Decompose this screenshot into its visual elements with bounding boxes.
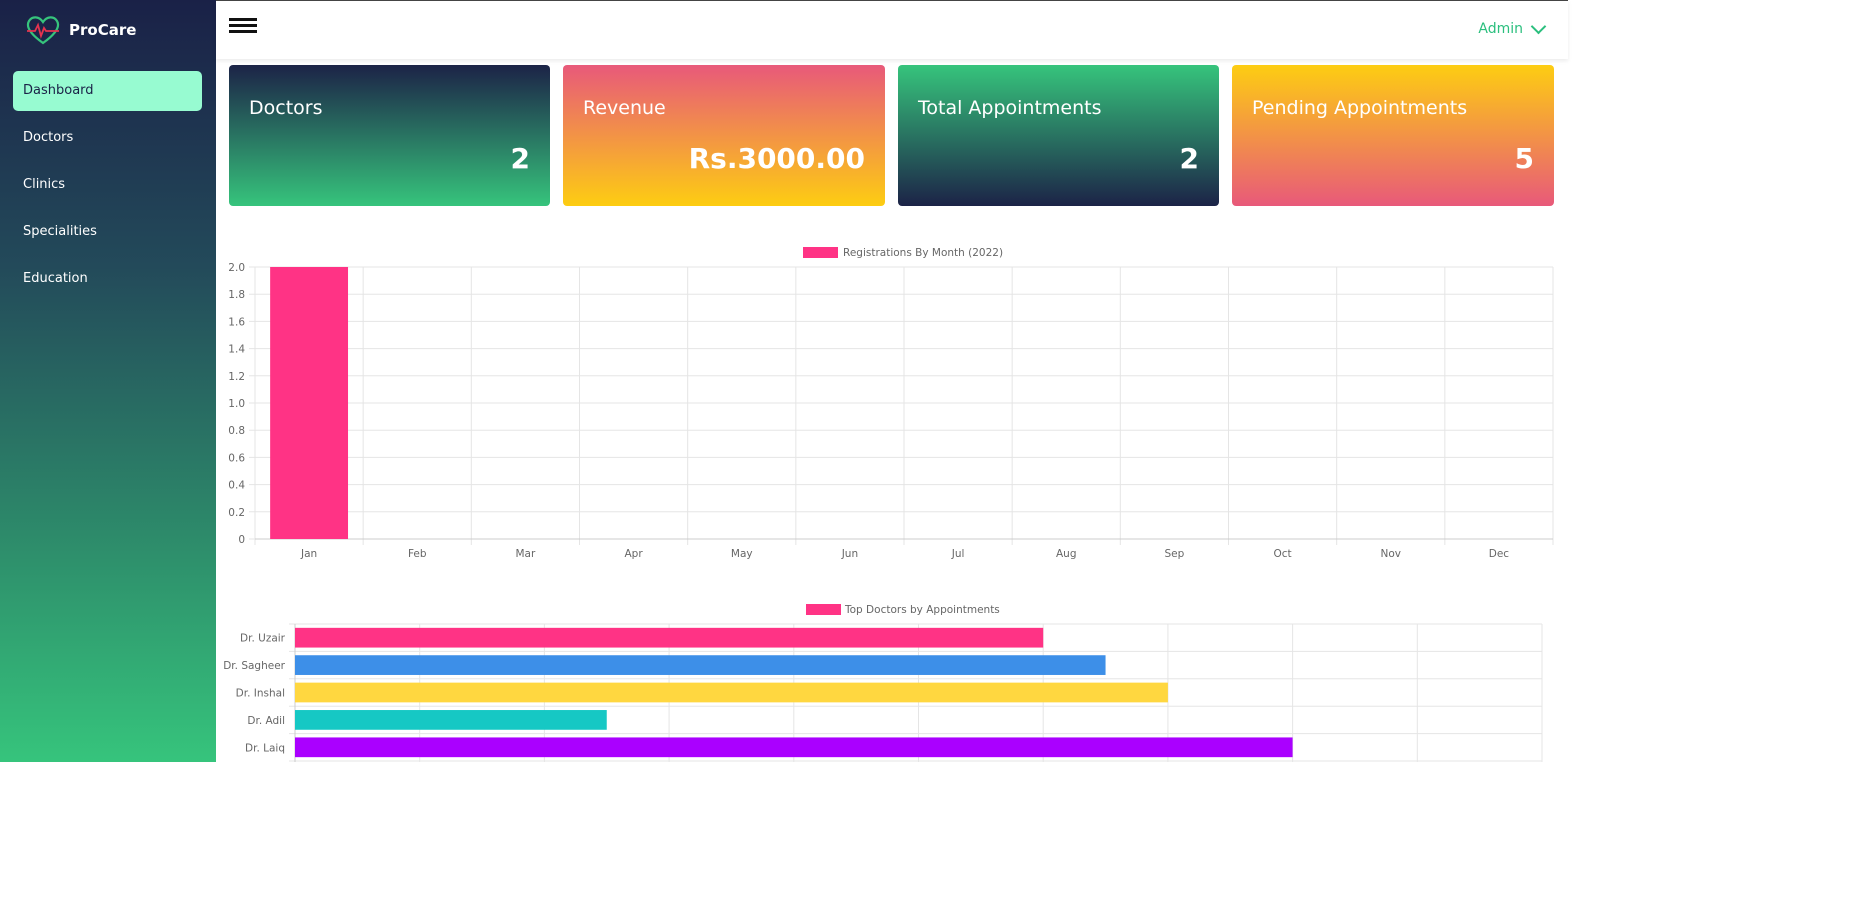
x-tick-label: Jan bbox=[300, 548, 317, 560]
bar bbox=[295, 682, 1168, 703]
legend-label: Top Doctors by Appointments bbox=[844, 604, 1000, 616]
y-tick-label: Dr. Inshal bbox=[236, 688, 285, 700]
bar bbox=[295, 627, 1044, 648]
y-tick-label: 1.0 bbox=[228, 398, 245, 410]
x-tick-label: Jul bbox=[951, 548, 965, 560]
legend-swatch bbox=[806, 604, 841, 615]
y-tick-label: Dr. Adil bbox=[247, 715, 285, 727]
x-tick-label: Sep bbox=[1165, 548, 1185, 560]
x-tick-label: Nov bbox=[1381, 548, 1402, 560]
bar bbox=[295, 710, 607, 730]
y-tick-label: 1.4 bbox=[228, 344, 245, 356]
y-tick-label: 0.6 bbox=[228, 452, 245, 464]
bar bbox=[270, 267, 349, 539]
x-tick-label: Dec bbox=[1489, 548, 1510, 560]
y-tick-label: Dr. Uzair bbox=[240, 633, 286, 645]
y-tick-label: 1.2 bbox=[228, 371, 245, 383]
y-tick-label: 0 bbox=[238, 534, 245, 546]
x-tick-label: Feb bbox=[408, 548, 427, 560]
x-tick-label: Oct bbox=[1274, 548, 1292, 560]
legend-label: Registrations By Month (2022) bbox=[843, 247, 1003, 259]
bar bbox=[295, 655, 1106, 675]
dashboard-charts: Registrations By Month (2022) 0 0.2 0.4 0.6 0… bbox=[223, 247, 1554, 762]
y-tick-label: Dr. Laiq bbox=[245, 742, 285, 754]
y-tick-label: 0.2 bbox=[228, 507, 245, 519]
y-tick-label: 1.8 bbox=[228, 289, 245, 301]
y-tick-label: Dr. Sagheer bbox=[223, 660, 285, 672]
x-tick-label: Mar bbox=[516, 548, 536, 560]
x-tick-label: Apr bbox=[624, 548, 643, 560]
y-tick-label: 0.4 bbox=[228, 480, 245, 492]
legend-swatch bbox=[803, 247, 838, 258]
y-tick-label: 0.8 bbox=[228, 425, 245, 437]
x-tick-label: Jun bbox=[841, 548, 858, 560]
y-tick-label: 1.6 bbox=[228, 316, 245, 328]
x-tick-label: Aug bbox=[1056, 548, 1077, 560]
x-tick-label: May bbox=[731, 548, 753, 560]
bar bbox=[295, 737, 1293, 758]
y-tick-label: 2.0 bbox=[228, 262, 245, 274]
